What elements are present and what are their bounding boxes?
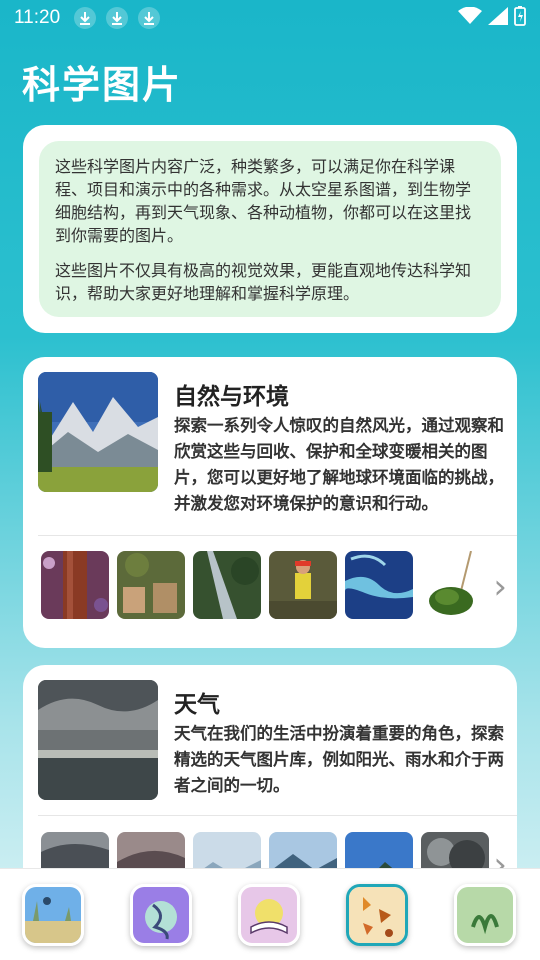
category-description: 探索一系列令人惊叹的自然风光，通过观察和欣赏这些与回收、保护和全球变暖相关的图片… [174,416,504,513]
thumbnail-forest-stream[interactable] [193,551,261,619]
intro-paragraph: 这些图片不仅具有极高的视觉效果，更能直观地传达科学知识，帮助大家更好地理解和掌握… [55,261,472,303]
divider [38,815,517,816]
biology-nav-icon[interactable] [130,884,192,946]
download-icon [74,7,97,29]
category-description: 天气在我们的生活中扮演着重要的角色，探索精选的天气图片库，例如阳光、雨水和介于两… [174,724,504,795]
download-icon [138,7,161,29]
nature-nav-icon[interactable] [22,884,84,946]
intro-paragraph: 这些科学图片内容广泛，种类繁多，可以满足你在科学课程、项目和演示中的各种需求。从… [55,157,472,245]
battery-icon [514,6,526,30]
thumbnail-row [41,551,489,619]
thumbnail-sequoia-trunk[interactable] [41,551,109,619]
thumbnail-satellite-coast[interactable] [345,551,413,619]
divider [38,535,517,536]
thumbnail-field-worker[interactable] [269,551,337,619]
autumn-leaves-nav-icon[interactable] [346,884,408,946]
intro-text-box: 这些科学图片内容广泛，种类繁多，可以满足你在科学课程、项目和演示中的各种需求。从… [39,141,501,317]
cover-image[interactable] [38,372,158,492]
status-time: 11:20 [14,7,61,28]
cover-image[interactable] [38,680,158,800]
plants-nav-icon[interactable] [454,884,516,946]
signal-icon [488,7,508,29]
page-title: 科学图片 [22,63,183,107]
category-card-nature[interactable]: 自然与环境 探索一系列令人惊叹的自然风光，通过观察和欣赏这些与回收、保护和全球变… [23,357,517,648]
category-title: 天气 [174,692,220,718]
education-nav-icon[interactable] [238,884,300,946]
thumbnail-moss-plant[interactable] [421,551,489,619]
thumbnail-garden-bins[interactable] [117,551,185,619]
intro-card: 这些科学图片内容广泛，种类繁多，可以满足你在科学课程、项目和演示中的各种需求。从… [23,125,517,333]
status-bar: 11:20 [0,0,540,36]
category-title: 自然与环境 [174,384,289,410]
bottom-navigation [0,868,540,960]
wifi-icon [458,6,482,29]
download-icon [106,7,129,29]
chevron-right-icon[interactable]: › [493,567,507,607]
